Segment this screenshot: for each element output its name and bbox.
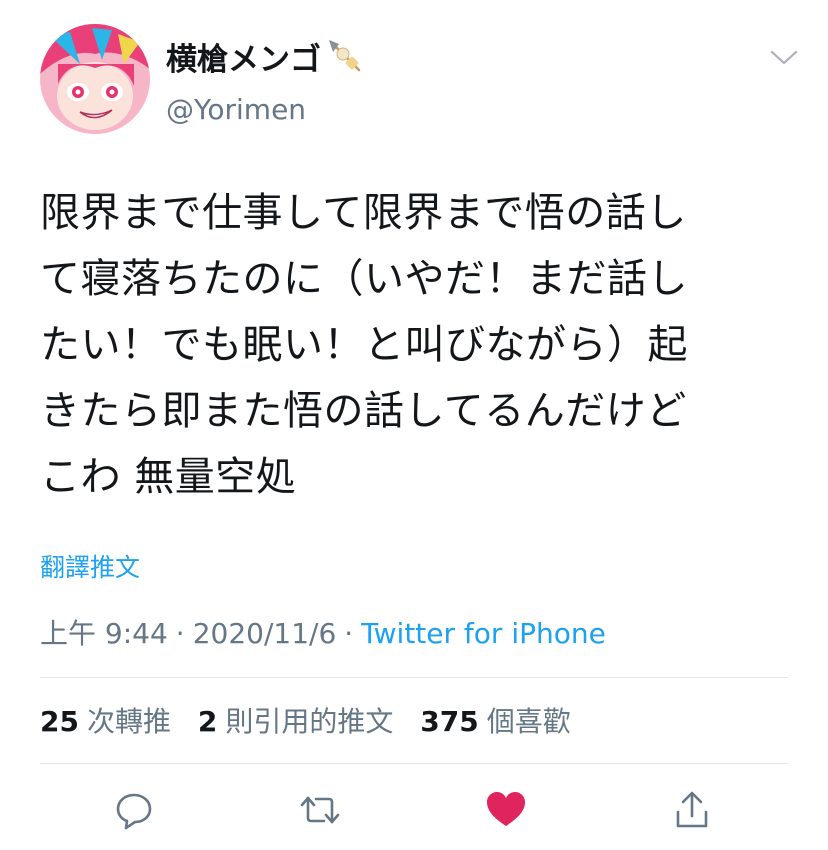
meta-separator: · [175,617,185,650]
likes-label: 個喜歡 [486,705,571,738]
chevron-down-icon[interactable] [768,46,800,68]
tweet-actions [0,788,828,832]
tweet-line: たい！でも眠い！と叫びながら）起 [40,322,688,368]
tweet-source-link[interactable]: Twitter for iPhone [361,617,606,650]
retweets-label: 次轉推 [86,705,171,738]
oden-skewer-emoji-icon [323,36,363,86]
retweet-icon [300,796,340,824]
translate-tweet-link[interactable]: 翻譯推文 [40,548,140,584]
tweet-line: て寝落ちたのに（いやだ！まだ話し [40,256,688,302]
tweet-header: 横槍メンゴ @Yorimen [40,24,800,134]
tweet-line: 限界まで仕事して限界まで悟の話し [40,190,687,236]
retweets-stat[interactable]: 25 次轉推 [40,700,171,740]
meta-separator: · [344,617,354,650]
reply-button[interactable] [112,788,156,832]
divider [40,763,788,764]
quotes-label: 則引用的推文 [225,705,394,738]
quotes-count: 2 [197,705,218,738]
retweets-count: 25 [40,705,79,738]
heart-icon [487,792,525,826]
display-name-text: 横槍メンゴ [166,42,321,78]
tweet-text: 限界まで仕事して限界まで悟の話し て寝落ちたのに（いやだ！まだ話し たい！でも眠… [40,180,800,510]
share-button[interactable] [670,788,714,832]
like-button[interactable] [484,788,528,832]
likes-count: 375 [420,705,479,738]
likes-stat[interactable]: 375 個喜歡 [420,700,570,740]
tweet-date[interactable]: 2020/11/6 [193,617,337,650]
quotes-stat[interactable]: 2 則引用的推文 [198,700,394,740]
tweet-line: きたら即また悟の話してるんだけど [40,388,687,434]
user-handle[interactable]: @Yorimen [166,90,363,130]
tweet-line: こわ 無量空処 [40,454,297,500]
divider [40,677,788,678]
display-name[interactable]: 横槍メンゴ [166,36,363,86]
tweet-meta: 上午 9:44 · 2020/11/6 · Twitter for iPhone [40,612,606,652]
user-names: 横槍メンゴ @Yorimen [166,36,363,130]
retweet-button[interactable] [298,788,342,832]
tweet-time: 上午 9:44 [40,617,168,650]
tweet-stats: 25 次轉推 2 則引用的推文 375 個喜歡 [40,700,589,740]
reply-icon [116,793,152,830]
share-icon [676,791,708,828]
avatar[interactable] [40,24,150,134]
